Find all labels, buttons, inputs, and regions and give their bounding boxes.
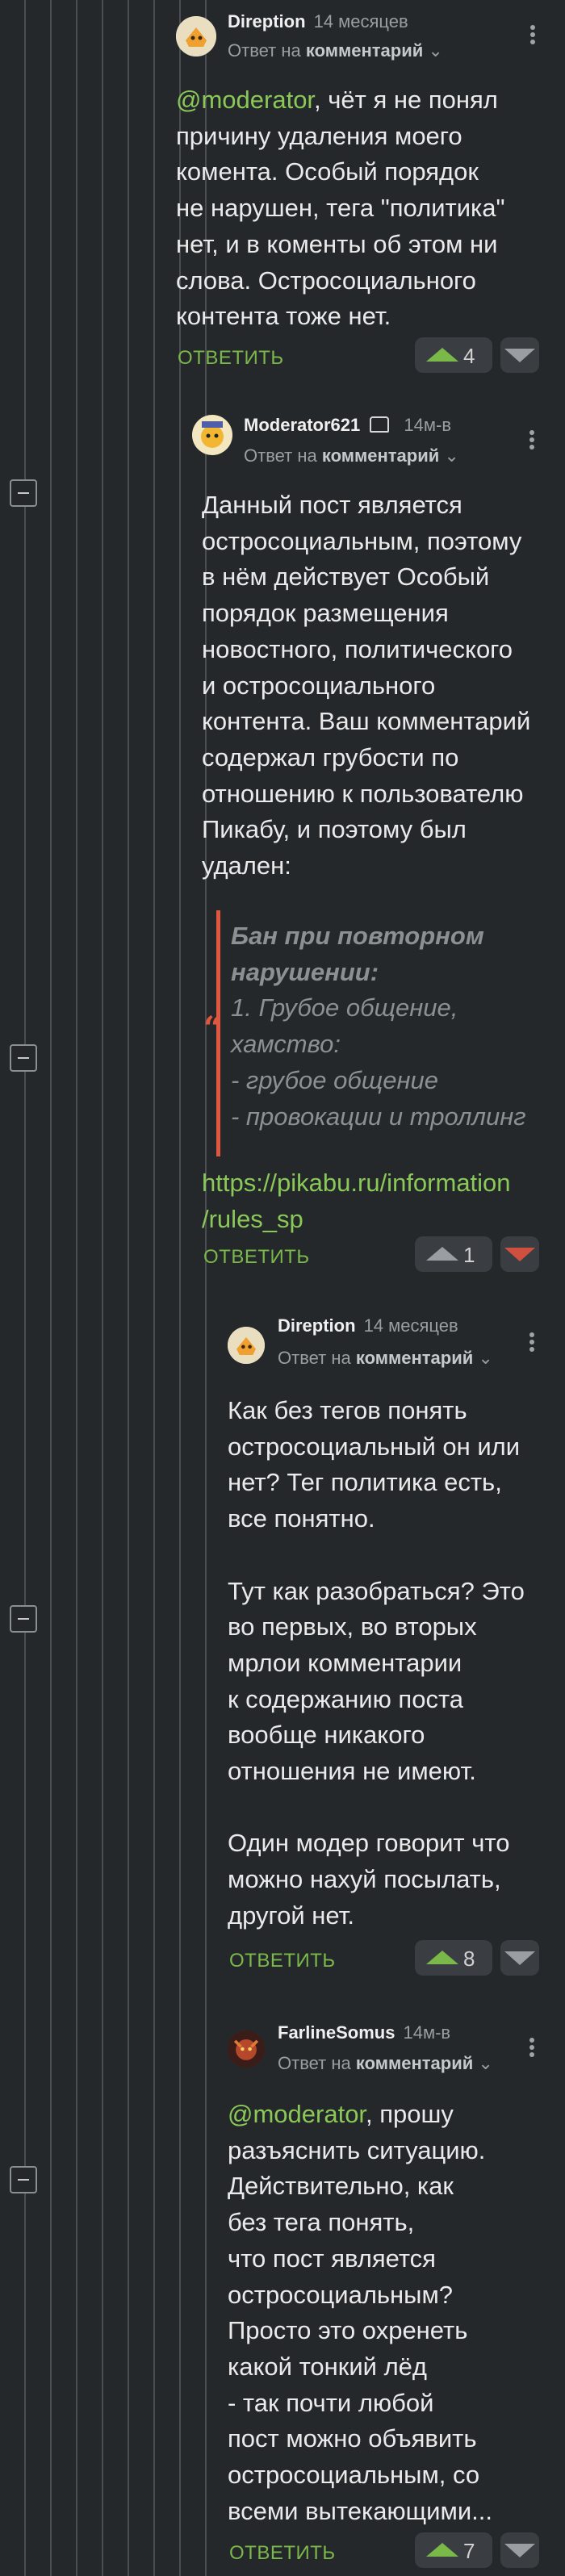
vote-count: 7 bbox=[463, 2539, 475, 2563]
reply-button[interactable]: ОТВЕТИТЬ bbox=[178, 347, 284, 370]
quote-body: 1. Грубое общение, хамство: - грубое общ… bbox=[231, 993, 526, 1131]
rules-link[interactable]: https://pikabu.ru/information /rules_sp bbox=[202, 1165, 557, 1237]
kebab-icon[interactable] bbox=[528, 2035, 536, 2060]
comment: Moderator621 14м-в Ответ на комментарий … bbox=[192, 408, 555, 1288]
upvote-icon bbox=[426, 2543, 458, 2557]
comment-author[interactable]: Moderator621 14м-в bbox=[244, 415, 451, 436]
comment-time: 14 месяцев bbox=[363, 1315, 458, 1336]
chevron-down-icon[interactable]: ⌄ bbox=[478, 2053, 492, 2073]
reply-to-info[interactable]: Ответ на комментарий ⌄ bbox=[278, 1348, 493, 1369]
kebab-icon[interactable] bbox=[528, 428, 536, 452]
comment-time: 14м-в bbox=[403, 2022, 451, 2043]
reply-button[interactable]: ОТВЕТИТЬ bbox=[229, 2542, 336, 2565]
comment-time: 14 месяцев bbox=[313, 11, 408, 31]
author-name[interactable]: Moderator621 bbox=[244, 415, 360, 435]
vote-count: 8 bbox=[463, 1947, 475, 1971]
quote-icon: “ bbox=[203, 1010, 223, 1048]
kebab-icon[interactable] bbox=[529, 23, 537, 47]
author-name[interactable]: FarlineSomus bbox=[278, 2022, 395, 2043]
avatar[interactable] bbox=[176, 16, 216, 56]
reply-to-info[interactable]: Ответ на комментарий ⌄ bbox=[228, 40, 443, 61]
avatar[interactable] bbox=[228, 2030, 265, 2068]
upvote-icon bbox=[426, 348, 458, 362]
upvote-button[interactable]: 4 bbox=[415, 337, 492, 373]
quote-block: Бан при повторном нарушении: 1. Грубое о… bbox=[231, 918, 546, 1135]
upvote-button[interactable]: 1 bbox=[415, 1236, 492, 1272]
reply-to-prefix: Ответ на bbox=[244, 445, 317, 466]
upvote-icon bbox=[426, 1951, 458, 1964]
thread-line bbox=[76, 0, 77, 2576]
avatar[interactable] bbox=[192, 415, 232, 455]
comment-text: @moderator, чёт я не понял причину удале… bbox=[176, 86, 505, 331]
vote-count: 1 bbox=[463, 1243, 475, 1267]
collapse-thread-button[interactable] bbox=[10, 1605, 37, 1633]
collapse-thread-button[interactable] bbox=[10, 1044, 37, 1072]
comment: Direption 14 месяцев Ответ на комментарий… bbox=[176, 10, 555, 381]
thread-line bbox=[205, 0, 207, 2576]
upvote-button[interactable]: 7 bbox=[415, 2532, 492, 2568]
avatar-image bbox=[176, 16, 216, 56]
reply-button[interactable]: ОТВЕТИТЬ bbox=[203, 1246, 310, 1269]
downvote-button[interactable] bbox=[500, 1940, 539, 1976]
reply-to-info[interactable]: Ответ на комментарий ⌄ bbox=[278, 2053, 493, 2074]
author-name[interactable]: Direption bbox=[278, 1315, 356, 1336]
reply-to-prefix: Ответ на bbox=[278, 1348, 351, 1368]
comment-time: 14м-в bbox=[404, 415, 452, 435]
author-name[interactable]: Direption bbox=[228, 11, 306, 31]
avatar-image bbox=[228, 1327, 265, 1364]
moderator-badge-icon bbox=[370, 416, 390, 433]
downvote-icon bbox=[504, 1248, 535, 1261]
reply-to-target[interactable]: комментарий bbox=[322, 445, 439, 466]
kebab-icon[interactable] bbox=[528, 1330, 536, 1354]
downvote-button[interactable] bbox=[500, 2532, 539, 2568]
reply-to-target[interactable]: комментарий bbox=[356, 1348, 473, 1368]
reply-to-target[interactable]: комментарий bbox=[306, 40, 423, 61]
thread-line bbox=[102, 0, 103, 2576]
user-mention[interactable]: @moderator bbox=[228, 2100, 366, 2128]
downvote-icon bbox=[504, 349, 535, 362]
upvote-button[interactable]: 8 bbox=[415, 1940, 492, 1976]
reply-to-info[interactable]: Ответ на комментарий ⌄ bbox=[244, 445, 459, 466]
thread-line bbox=[179, 0, 181, 2576]
comment-author[interactable]: FarlineSomus 14м-в bbox=[278, 2022, 450, 2043]
comment-author[interactable]: Direption 14 месяцев bbox=[278, 1315, 458, 1336]
chevron-down-icon[interactable]: ⌄ bbox=[478, 1348, 492, 1368]
comment-author[interactable]: Direption 14 месяцев bbox=[228, 11, 408, 32]
quote-title: Бан при повторном нарушении: bbox=[231, 922, 484, 986]
comment: FarlineSomus 14м-в Ответ на комментарий ⌄… bbox=[228, 2018, 555, 2576]
avatar-image bbox=[192, 415, 232, 455]
reply-button[interactable]: ОТВЕТИТЬ bbox=[229, 1950, 336, 1972]
avatar-image bbox=[228, 2030, 265, 2068]
upvote-icon bbox=[426, 1247, 458, 1261]
vote-count: 4 bbox=[463, 344, 475, 368]
reply-to-prefix: Ответ на bbox=[228, 40, 301, 61]
thread-line bbox=[153, 0, 155, 2576]
chevron-down-icon[interactable]: ⌄ bbox=[444, 445, 458, 466]
avatar[interactable] bbox=[228, 1327, 265, 1364]
reply-to-target[interactable]: комментарий bbox=[356, 2053, 473, 2073]
user-mention[interactable]: @moderator bbox=[176, 86, 314, 114]
downvote-button[interactable] bbox=[500, 1236, 539, 1272]
comment-text: Данный пост является остросоциальным, по… bbox=[202, 491, 531, 880]
collapse-thread-button[interactable] bbox=[10, 479, 37, 507]
thread-line bbox=[128, 0, 129, 2576]
chevron-down-icon[interactable]: ⌄ bbox=[428, 40, 442, 61]
downvote-button[interactable] bbox=[500, 337, 539, 373]
comment: Direption 14 месяцев Ответ на комментарий… bbox=[228, 1312, 555, 1998]
thread-line bbox=[50, 0, 52, 2576]
comment-text: @moderator, прошу разъяснить ситуацию. Д… bbox=[228, 2100, 492, 2525]
reply-to-prefix: Ответ на bbox=[278, 2053, 351, 2073]
collapse-thread-button[interactable] bbox=[10, 2166, 37, 2193]
downvote-icon bbox=[504, 2544, 535, 2557]
comment-text: Как без тегов понять остросоциальный он … bbox=[228, 1396, 525, 1930]
downvote-icon bbox=[504, 1951, 535, 1965]
